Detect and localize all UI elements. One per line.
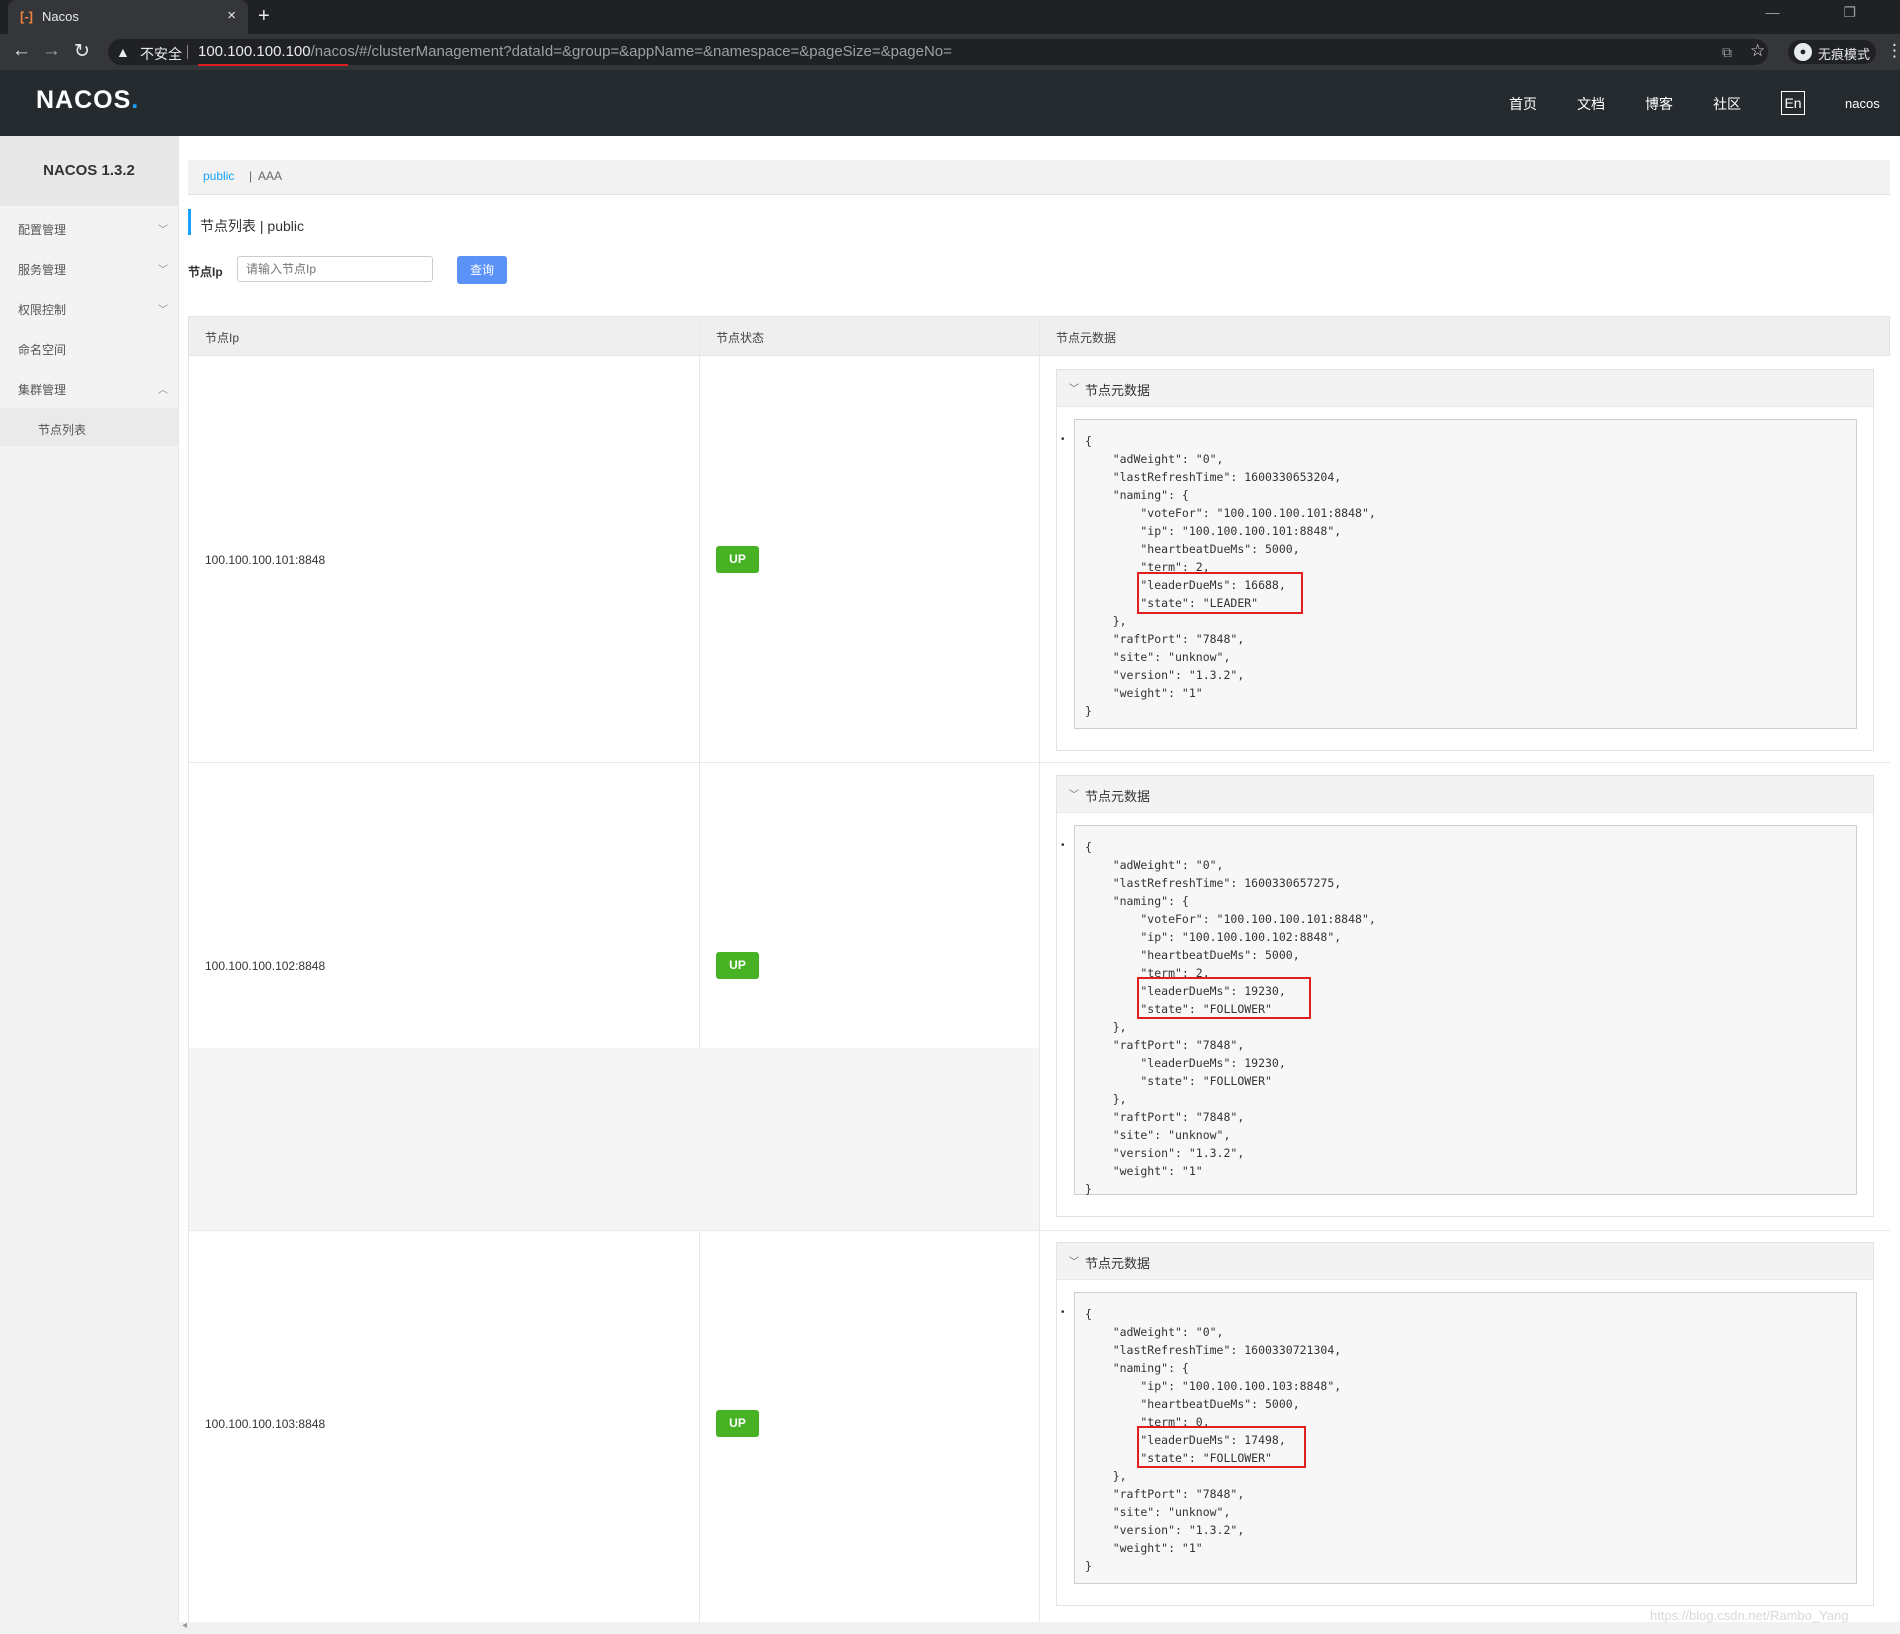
sidebar-item-node-list[interactable]: 节点列表 [38, 421, 86, 438]
namespace-separator: | [249, 169, 253, 183]
nav-blog[interactable]: 博客 [1645, 94, 1673, 114]
metadata-panel: ﹀ 节点元数据 • { "adWeight": "0", "lastRefres… [1056, 369, 1874, 751]
query-button[interactable]: 查询 [457, 256, 507, 284]
tab-title: Nacos [42, 9, 79, 24]
row-divider [188, 1230, 1890, 1231]
sidebar-subitem-active[interactable] [0, 408, 178, 446]
highlight-box [1137, 572, 1303, 614]
logo-text: NACOS [36, 86, 132, 114]
metadata-json: { "adWeight": "0", "lastRefreshTime": 16… [1085, 434, 1376, 718]
chevron-up-icon[interactable]: ︿ [158, 381, 168, 396]
status-badge: UP [716, 546, 759, 573]
url-host: 100.100.100.100 [198, 43, 311, 60]
namespace-bar [188, 160, 1890, 195]
row-divider [188, 762, 1890, 763]
chevron-down-icon[interactable]: ﹀ [158, 221, 168, 236]
node-ip-cell: 100.100.100.102:8848 [205, 959, 326, 973]
metadata-panel-header[interactable]: ﹀ 节点元数据 [1057, 776, 1873, 813]
reload-icon[interactable]: ↻ [74, 40, 90, 63]
bookmark-star-icon[interactable]: ☆ [1750, 41, 1765, 61]
incognito-label: 无痕模式 [1818, 47, 1871, 62]
new-tab-button[interactable]: + [258, 5, 270, 28]
column-header-ip: 节点Ip [205, 331, 240, 345]
sidebar [0, 136, 179, 1634]
user-menu[interactable]: nacos [1845, 96, 1880, 111]
status-badge: UP [716, 1410, 759, 1437]
column-divider [699, 316, 700, 1622]
list-bullet: • [1061, 434, 1065, 445]
browser-tab[interactable]: [-] Nacos × [8, 0, 248, 34]
window-controls[interactable]: — ❐ [1766, 4, 1886, 21]
column-header-metadata: 节点元数据 [1056, 331, 1117, 345]
nacos-favicon-icon: [-] [20, 9, 33, 24]
sidebar-version: NACOS 1.3.2 [0, 136, 178, 206]
sidebar-item-service[interactable]: 服务管理 [18, 261, 66, 278]
nacos-logo[interactable]: NACOS. [36, 86, 139, 115]
node-ip-label: 节点Ip [188, 265, 223, 279]
nav-home[interactable]: 首页 [1509, 94, 1537, 114]
highlight-box [1137, 1426, 1306, 1468]
column-divider [1039, 316, 1040, 1622]
row-hover-band [189, 1048, 1039, 1230]
chevron-down-icon[interactable]: ﹀ [1069, 380, 1079, 395]
app-header [0, 70, 1900, 136]
chevron-down-icon[interactable]: ﹀ [1069, 1253, 1079, 1268]
nav-docs[interactable]: 文档 [1577, 94, 1605, 114]
tab-close-icon[interactable]: × [227, 7, 236, 24]
forward-icon[interactable]: → [42, 40, 61, 62]
warning-icon[interactable]: ▲ [116, 44, 130, 60]
metadata-panel-header[interactable]: ﹀ 节点元数据 [1057, 370, 1873, 407]
language-switch-button[interactable]: En [1781, 91, 1805, 115]
status-badge: UP [716, 952, 759, 979]
page-title: 节点列表 | public [200, 218, 304, 234]
list-bullet: • [1061, 1307, 1065, 1318]
translate-icon[interactable]: ⧉ [1722, 44, 1732, 61]
horizontal-scrollbar[interactable] [178, 1622, 1900, 1634]
metadata-panel-header[interactable]: ﹀ 节点元数据 [1057, 1243, 1873, 1280]
url-text[interactable]: 100.100.100.100/nacos/#/clusterManagemen… [198, 43, 952, 60]
scroll-left-icon[interactable]: ◂ [182, 1620, 187, 1631]
title-accent-bar [188, 209, 191, 235]
chevron-down-icon[interactable]: ﹀ [158, 301, 168, 316]
browser-tab-strip [0, 0, 1900, 34]
metadata-panel-title: 节点元数据 [1085, 383, 1151, 398]
chevron-down-icon[interactable]: ﹀ [158, 261, 168, 276]
namespace-public-link[interactable]: public [203, 169, 234, 183]
sidebar-item-namespace[interactable]: 命名空间 [18, 341, 66, 358]
watermark: https://blog.csdn.net/Rambo_Yang [1650, 1608, 1849, 1623]
metadata-panel-title: 节点元数据 [1085, 1256, 1151, 1271]
node-ip-cell: 100.100.100.103:8848 [205, 1417, 326, 1431]
incognito-icon: ● [1794, 43, 1812, 61]
namespace-aaa-link[interactable]: AAA [258, 169, 282, 183]
node-ip-cell: 100.100.100.101:8848 [205, 553, 326, 567]
metadata-panel: ﹀ 节点元数据 • { "adWeight": "0", "lastRefres… [1056, 1242, 1874, 1606]
metadata-panel-title: 节点元数据 [1085, 789, 1151, 804]
sidebar-item-permissions[interactable]: 权限控制 [18, 301, 66, 318]
chevron-down-icon[interactable]: ﹀ [1069, 786, 1079, 801]
url-annotation-underline [198, 64, 348, 66]
node-ip-input[interactable] [237, 256, 433, 282]
insecure-label[interactable]: 不安全 [140, 44, 182, 64]
url-path: /nacos/#/clusterManagement?dataId=&group… [310, 43, 952, 60]
column-header-state: 节点状态 [716, 331, 765, 345]
address-divider [187, 45, 188, 59]
list-bullet: • [1061, 840, 1065, 851]
back-icon[interactable]: ← [12, 40, 31, 62]
nav-community[interactable]: 社区 [1713, 94, 1741, 114]
sidebar-item-config[interactable]: 配置管理 [18, 221, 66, 238]
browser-menu-icon[interactable]: ⋮ [1886, 41, 1900, 61]
incognito-indicator[interactable]: ● 无痕模式 [1788, 40, 1876, 64]
table-border-left [188, 356, 189, 1622]
logo-dot: . [131, 86, 140, 114]
highlight-box [1137, 977, 1311, 1019]
sidebar-item-cluster[interactable]: 集群管理 [18, 381, 66, 398]
